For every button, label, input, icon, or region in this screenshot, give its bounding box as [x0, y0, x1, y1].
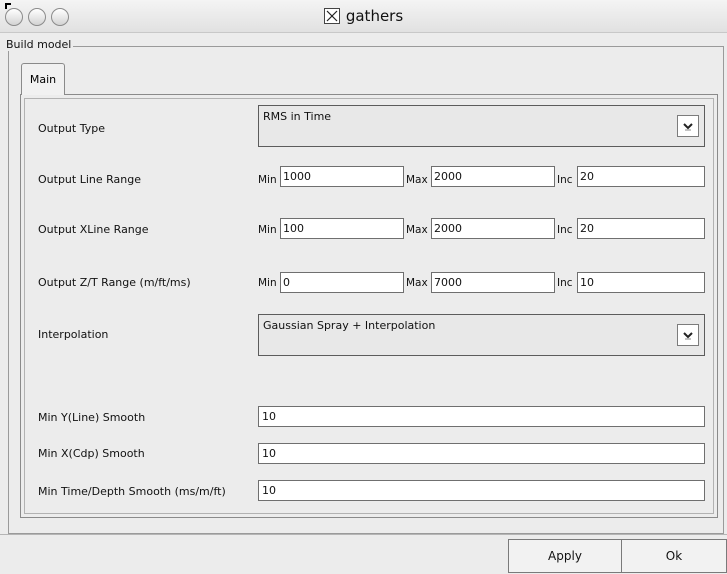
- line-min-label: Min: [258, 174, 277, 186]
- line-max-input[interactable]: 2000: [431, 166, 555, 187]
- line-inc-label: Inc: [557, 174, 573, 186]
- zt-range-label: Output Z/T Range (m/ft/ms): [38, 276, 191, 289]
- zt-min-label: Min: [258, 277, 277, 289]
- min-time-smooth-input[interactable]: 10: [258, 480, 705, 501]
- xline-min-input[interactable]: 100: [280, 218, 404, 239]
- line-range-label: Output Line Range: [38, 173, 141, 186]
- output-type-select[interactable]: RMS in Time: [258, 105, 705, 147]
- line-inc-input[interactable]: 20: [577, 166, 705, 187]
- interpolation-label: Interpolation: [38, 328, 109, 341]
- tab-main[interactable]: Main: [21, 63, 65, 95]
- ok-button[interactable]: Ok: [621, 539, 727, 573]
- xline-range-label: Output XLine Range: [38, 223, 149, 236]
- window-title: gathers: [345, 7, 404, 25]
- tab-main-label: Main: [29, 73, 57, 86]
- min-y-smooth-input[interactable]: 10: [258, 406, 705, 427]
- line-min-input[interactable]: 1000: [280, 166, 404, 187]
- xline-inc-label: Inc: [557, 224, 573, 236]
- zt-max-label: Max: [406, 277, 428, 289]
- xline-inc-input[interactable]: 20: [577, 218, 705, 239]
- chevron-down-icon[interactable]: [677, 324, 699, 346]
- xline-max-label: Max: [406, 224, 428, 236]
- zt-inc-input[interactable]: 10: [577, 272, 705, 293]
- apply-button[interactable]: Apply: [508, 539, 622, 573]
- zt-inc-label: Inc: [557, 277, 573, 289]
- interpolation-select[interactable]: Gaussian Spray + Interpolation: [258, 314, 705, 356]
- zt-max-input[interactable]: 7000: [431, 272, 555, 293]
- title-bar[interactable]: gathers: [0, 0, 727, 33]
- min-time-smooth-label: Min Time/Depth Smooth (ms/m/ft): [38, 485, 226, 498]
- xline-min-label: Min: [258, 224, 277, 236]
- xline-max-input[interactable]: 2000: [431, 218, 555, 239]
- interpolation-value: Gaussian Spray + Interpolation: [263, 319, 436, 332]
- zt-min-input[interactable]: 0: [280, 272, 404, 293]
- apply-button-label: Apply: [548, 549, 582, 563]
- min-x-smooth-label: Min X(Cdp) Smooth: [38, 447, 145, 460]
- application-window: gathers Build model Main Output Type RMS…: [0, 0, 727, 574]
- x11-icon: [323, 8, 340, 24]
- line-max-label: Max: [406, 174, 428, 186]
- min-x-smooth-input[interactable]: 10: [258, 443, 705, 464]
- ok-button-label: Ok: [665, 549, 683, 563]
- groupbox-label: Build model: [4, 38, 74, 51]
- output-type-value: RMS in Time: [263, 110, 332, 123]
- chevron-down-icon[interactable]: [677, 115, 699, 137]
- min-y-smooth-label: Min Y(Line) Smooth: [38, 411, 146, 424]
- title-container: gathers: [0, 0, 727, 32]
- output-type-label: Output Type: [38, 122, 105, 135]
